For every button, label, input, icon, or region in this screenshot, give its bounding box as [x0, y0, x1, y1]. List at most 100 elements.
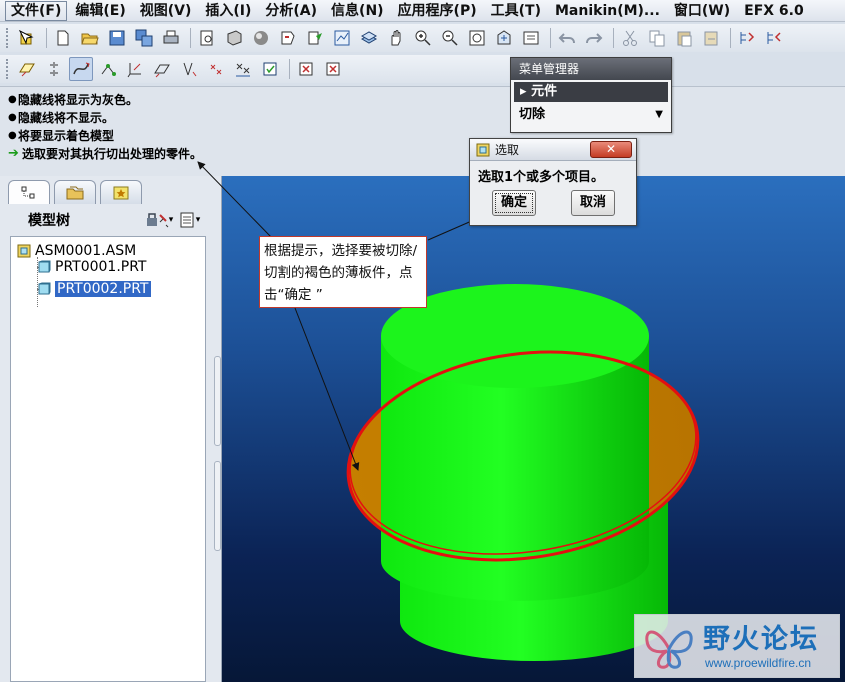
caret-right-icon: ▸ [520, 84, 532, 99]
sphere-display-button[interactable] [249, 26, 273, 50]
datum-plane-display-button[interactable] [150, 57, 174, 81]
favorites-tab[interactable] [100, 180, 142, 204]
redo-button[interactable] [582, 26, 606, 50]
datum-plane-icon [19, 63, 35, 77]
pan-hand-icon [391, 30, 401, 46]
print-preview-icon [200, 30, 213, 46]
new-file-button[interactable] [51, 26, 75, 50]
model-tree-tab[interactable] [8, 180, 50, 204]
model-tree: ASM0001.ASM PRT0001.PRT PRT0002.PRT [10, 236, 206, 682]
save-button[interactable] [105, 26, 129, 50]
save-copy-button[interactable] [132, 26, 156, 50]
select-box-button[interactable] [15, 26, 39, 50]
close-window-button[interactable] [321, 57, 345, 81]
pan-hand-button[interactable] [384, 26, 408, 50]
menu-item-1[interactable]: 编辑(E) [68, 0, 132, 22]
copy-button[interactable] [645, 26, 669, 50]
zoom-in-button[interactable] [411, 26, 435, 50]
tree-item-part-2[interactable]: PRT0002.PRT [37, 279, 151, 299]
cancel-button[interactable]: 取消 [571, 190, 615, 216]
datum-curve-button[interactable] [69, 57, 93, 81]
folder-browser-tab[interactable] [54, 180, 96, 204]
menu-item-7[interactable]: 工具(T) [484, 0, 548, 22]
menu-item-8[interactable]: Manikin(M)... [548, 0, 667, 22]
menu-item-2[interactable]: 视图(V) [133, 0, 199, 22]
paste-icon [677, 31, 692, 47]
regenerate-button[interactable] [303, 26, 327, 50]
toolbar-grip[interactable] [6, 59, 10, 79]
toolbar-separator [289, 59, 290, 79]
datum-csys-button[interactable] [123, 57, 147, 81]
main-toolbar [0, 24, 845, 52]
message-line: ● 将要显示着色模型 [8, 127, 845, 145]
menu-item-3[interactable]: 插入(I) [198, 0, 258, 22]
saved-views-button[interactable] [519, 26, 543, 50]
zoom-out-button[interactable] [438, 26, 462, 50]
view-manager-button[interactable] [330, 26, 354, 50]
menu-item-10[interactable]: EFX 6.0 [737, 0, 811, 22]
menu-item-9[interactable]: 窗口(W) [667, 0, 737, 22]
model-tree-settings-button[interactable] [735, 26, 759, 50]
layers-button[interactable] [357, 26, 381, 50]
settings-icon[interactable]: ▾ [144, 210, 174, 230]
datum-point-button[interactable] [96, 57, 120, 81]
model-tree-columns-button[interactable] [762, 26, 786, 50]
splitter-handle[interactable] [214, 461, 221, 551]
message-line: ● 隐藏线将不显示。 [8, 109, 845, 127]
close-button[interactable]: ✕ [590, 141, 632, 158]
view-manager-icon [334, 30, 350, 46]
menu-item-5[interactable]: 信息(N) [324, 0, 391, 22]
tree-item-part-1[interactable]: PRT0001.PRT [37, 257, 147, 277]
tree-item-label: PRT0002.PRT [55, 281, 151, 297]
menu-item-4[interactable]: 分析(A) [258, 0, 324, 22]
annotation-display-button[interactable] [294, 57, 318, 81]
print-icon [163, 30, 179, 44]
close-icon: ✕ [605, 142, 617, 156]
spin-center-icon [263, 62, 277, 76]
menu-item-0[interactable]: 文件(F) [4, 0, 68, 22]
open-folder-button[interactable] [78, 26, 102, 50]
datum-axis-button[interactable] [42, 57, 66, 81]
paste-special-icon [704, 31, 718, 46]
datum-plane-button[interactable] [15, 57, 39, 81]
panel-splitter[interactable] [213, 356, 221, 556]
zoom-out-icon [442, 30, 458, 46]
paste-button[interactable] [672, 26, 696, 50]
paste-special-button[interactable] [699, 26, 723, 50]
repaint-button[interactable] [276, 26, 300, 50]
message-line: ➔ 选取要对其执行切出处理的零件。 [8, 145, 845, 163]
model-tree-header: 模型树 ▾ ▾ [4, 206, 208, 234]
shade-button[interactable] [222, 26, 246, 50]
print-button[interactable] [159, 26, 183, 50]
cut-button[interactable] [618, 26, 642, 50]
datum-axis-icon [50, 62, 58, 76]
datum-toolbar [0, 55, 510, 83]
watermark-url: www.proewildfire.cn [705, 656, 812, 670]
menu-item-6[interactable]: 应用程序(P) [391, 0, 484, 22]
shade-icon [227, 30, 242, 46]
print-preview-button[interactable] [195, 26, 219, 50]
spin-center-button[interactable] [258, 57, 282, 81]
ok-button[interactable]: 确定 [492, 190, 536, 216]
menu-item-cut[interactable]: 切除 ▼ [511, 102, 671, 128]
select-dialog-titlebar[interactable]: 选取 ✕ [470, 139, 636, 161]
refit-icon [469, 30, 485, 46]
datum-axis-display-button[interactable] [177, 57, 201, 81]
menu-manager: 菜单管理器 ▸ 元件 切除 ▼ [510, 57, 672, 133]
message-text: 隐藏线将显示为灰色。 [18, 93, 139, 107]
refit-button[interactable] [465, 26, 489, 50]
dialog-app-icon [476, 143, 490, 156]
instruction-callout: 根据提示，选择要被切除/切割的褐色的薄板件，点击“确定 ” [259, 236, 427, 308]
point-display-button[interactable] [204, 57, 228, 81]
orient-button[interactable] [492, 26, 516, 50]
menu-item-component[interactable]: ▸ 元件 [514, 82, 668, 102]
csys-display-button[interactable] [231, 57, 255, 81]
bullet-icon: ● [8, 130, 17, 141]
datum-point-icon [101, 64, 116, 76]
redo-icon [586, 33, 603, 44]
show-icon[interactable]: ▾ [174, 210, 204, 230]
splitter-handle[interactable] [214, 356, 221, 446]
toolbar-grip[interactable] [6, 28, 10, 48]
undo-button[interactable] [555, 26, 579, 50]
undo-icon [558, 33, 575, 44]
